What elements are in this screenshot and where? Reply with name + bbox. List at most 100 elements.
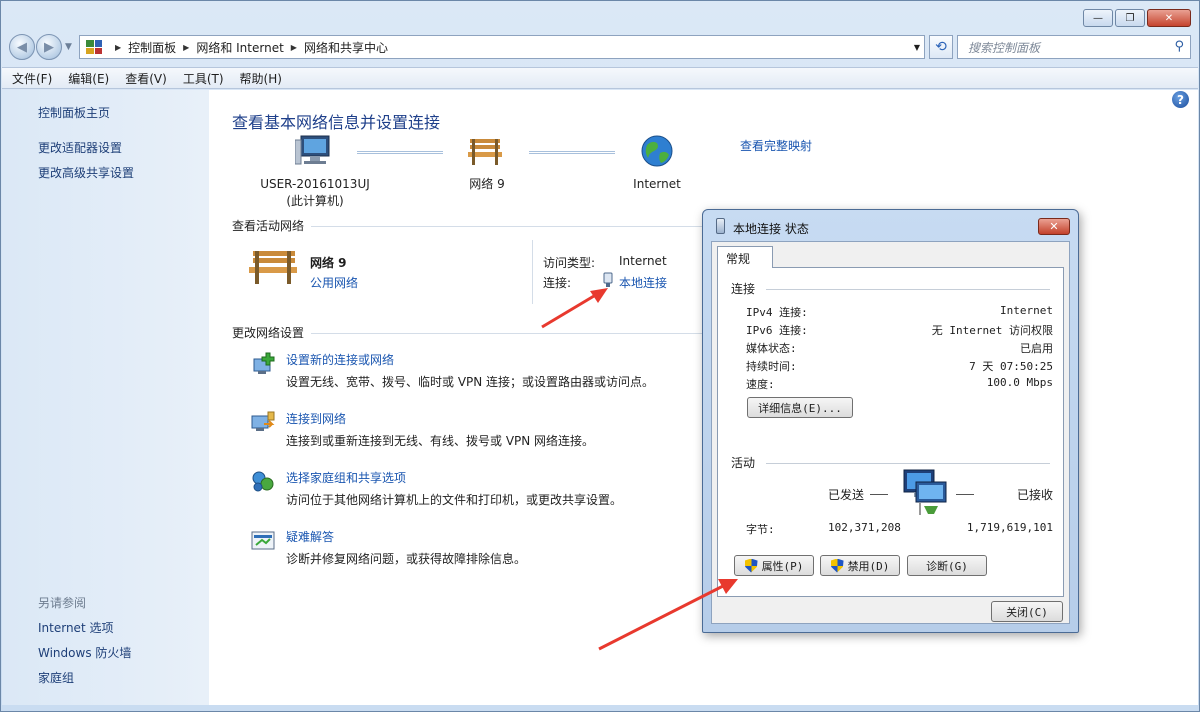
task-description: 访问位于其他网络计算机上的文件和打印机，或更改共享设置。 [286, 493, 623, 507]
access-type-label: 访问类型: [543, 256, 596, 270]
computer-subtitle: (此计算机) [286, 194, 344, 208]
crumb-chevron-icon[interactable]: ▶ [291, 43, 297, 52]
see-full-map-link[interactable]: 查看完整映射 [740, 137, 812, 154]
sidebar-item-adapter-settings[interactable]: 更改适配器设置 [38, 139, 122, 156]
map-connector [529, 151, 615, 154]
connection-group-heading: 连接 [731, 282, 756, 296]
uac-shield-icon [830, 558, 844, 573]
dialog-close-action-button[interactable]: 关闭(C) [991, 601, 1063, 622]
task-title[interactable]: 疑难解答 [286, 528, 334, 545]
forward-button[interactable]: ▶ [36, 34, 62, 60]
network-type-link[interactable]: 公用网络 [310, 274, 358, 291]
tab-general[interactable]: 常规 [717, 246, 773, 268]
ethernet-plug-icon [603, 272, 613, 287]
back-arrow-icon: ◀ [17, 39, 27, 55]
back-button[interactable]: ◀ [9, 34, 35, 60]
speed-label: 速度: [746, 378, 775, 391]
network-node-label: 网络 9 [469, 177, 505, 191]
local-connection-link[interactable]: 本地连接 [619, 274, 667, 291]
details-button[interactable]: 详细信息(E)... [747, 397, 853, 418]
map-connector [357, 151, 443, 154]
received-connector [956, 494, 974, 495]
task-description: 设置无线、宽带、拨号、临时或 VPN 连接；或设置路由器或访问点。 [286, 375, 655, 389]
group-divider [766, 289, 1050, 290]
task-title[interactable]: 设置新的连接或网络 [286, 351, 394, 368]
internet-node-label: Internet [633, 177, 681, 191]
address-dropdown-icon[interactable]: ▼ [914, 43, 920, 52]
active-network-name: 网络 9 [310, 256, 347, 270]
menu-help[interactable]: 帮助(H) [240, 70, 282, 87]
task-title[interactable]: 连接到网络 [286, 410, 346, 427]
duration-label: 持续时间: [746, 360, 797, 373]
change-settings-heading: 更改网络设置 [232, 326, 305, 340]
sidebar-item-internet-options[interactable]: Internet 选项 [38, 619, 113, 636]
ipv4-label: IPv4 连接: [746, 306, 808, 319]
public-network-bench-icon[interactable] [249, 248, 301, 288]
computer-icon[interactable] [295, 134, 335, 168]
menu-file[interactable]: 文件(F) [12, 70, 52, 87]
dialog-close-button[interactable]: ✕ [1038, 218, 1070, 235]
network-activity-icon [903, 469, 947, 515]
search-placeholder: 搜索控制面板 [968, 40, 1041, 55]
crumb-chevron-icon[interactable]: ▶ [115, 43, 121, 52]
search-input[interactable]: 搜索控制面板 ⚲ [957, 35, 1191, 59]
sidebar-item-advanced-sharing[interactable]: 更改高级共享设置 [38, 164, 134, 181]
duration-value: 7 天 07:50:25 [969, 360, 1053, 373]
dialog-title: 本地连接 状态 [733, 222, 809, 236]
task-title[interactable]: 选择家庭组和共享选项 [286, 469, 406, 486]
sidebar-item-homegroup[interactable]: 家庭组 [38, 669, 74, 686]
sent-connector [870, 494, 888, 495]
bench-icon[interactable] [468, 136, 504, 168]
menu-view[interactable]: 查看(V) [125, 70, 167, 87]
sidebar-item-windows-firewall[interactable]: Windows 防火墙 [38, 644, 131, 661]
page-title: 查看基本网络信息并设置连接 [232, 113, 441, 132]
history-dropdown-icon[interactable]: ▼ [65, 42, 72, 52]
see-also-heading: 另请参阅 [38, 596, 87, 610]
speed-value: 100.0 Mbps [986, 376, 1053, 389]
menu-edit[interactable]: 编辑(E) [68, 70, 109, 87]
breadcrumb-network-internet[interactable]: 网络和 Internet [196, 39, 283, 56]
close-icon: ✕ [1164, 12, 1174, 24]
homegroup-icon [252, 471, 274, 492]
ipv6-value: 无 Internet 访问权限 [931, 324, 1053, 337]
disable-button-label: 禁用(D) [847, 559, 890, 573]
menu-tools[interactable]: 工具(T) [183, 70, 224, 87]
menu-bar: 文件(F) 编辑(E) 查看(V) 工具(T) 帮助(H) [2, 67, 1198, 89]
task-description: 诊断并修复网络问题，或获得故障排除信息。 [286, 552, 527, 566]
diagnose-button[interactable]: 诊断(G) [907, 555, 987, 576]
bytes-label: 字节: [746, 523, 775, 536]
access-type-value: Internet [619, 254, 667, 268]
minimize-button[interactable]: — [1083, 9, 1113, 27]
received-label: 已接收 [1016, 488, 1053, 502]
refresh-icon: ⟲ [935, 39, 947, 55]
search-icon[interactable]: ⚲ [1174, 39, 1184, 54]
refresh-button[interactable]: ⟲ [929, 35, 953, 59]
network-adapter-icon [716, 218, 725, 234]
close-window-button[interactable]: ✕ [1147, 9, 1191, 27]
local-connection-status-dialog: 本地连接 状态 ✕ 常规 连接 IPv4 连接: Internet IPv6 连… [702, 209, 1079, 633]
sidebar-item-control-panel-home[interactable]: 控制面板主页 [38, 104, 110, 121]
crumb-chevron-icon[interactable]: ▶ [183, 43, 189, 52]
section-divider [532, 240, 533, 304]
network-sharing-center-window: — ❐ ✕ ◀ ▶ ▼ ▶ 控制面板 ▶ 网络和 Internet ▶ 网络和共… [0, 0, 1200, 712]
address-bar[interactable]: ▶ 控制面板 ▶ 网络和 Internet ▶ 网络和共享中心 ▼ [79, 35, 925, 59]
computer-name: USER-20161013UJ [260, 177, 370, 191]
tab-panel-general: 连接 IPv4 连接: Internet IPv6 连接: 无 Internet… [717, 267, 1064, 597]
media-state-value: 已启用 [1020, 342, 1053, 355]
sidebar: 控制面板主页 更改适配器设置 更改高级共享设置 另请参阅 Internet 选项… [2, 90, 209, 705]
connect-network-icon [251, 411, 275, 431]
caption-buttons: — ❐ ✕ [1083, 9, 1191, 27]
globe-icon[interactable] [640, 134, 674, 168]
computer-node-label: USER-20161013UJ (此计算机) [247, 176, 383, 210]
active-networks-heading: 查看活动网络 [232, 219, 305, 233]
properties-button-label: 属性(P) [761, 559, 804, 573]
connection-label: 连接: [543, 276, 572, 290]
disable-button[interactable]: 禁用(D) [820, 555, 900, 576]
help-button[interactable]: ? [1172, 91, 1189, 108]
restore-button[interactable]: ❐ [1115, 9, 1145, 27]
breadcrumb-network-sharing-center[interactable]: 网络和共享中心 [304, 39, 388, 56]
activity-group-heading: 活动 [731, 456, 756, 470]
dialog-body: 常规 连接 IPv4 连接: Internet IPv6 连接: 无 Inter… [711, 241, 1070, 624]
breadcrumb-control-panel[interactable]: 控制面板 [128, 39, 176, 56]
properties-button[interactable]: 属性(P) [734, 555, 814, 576]
